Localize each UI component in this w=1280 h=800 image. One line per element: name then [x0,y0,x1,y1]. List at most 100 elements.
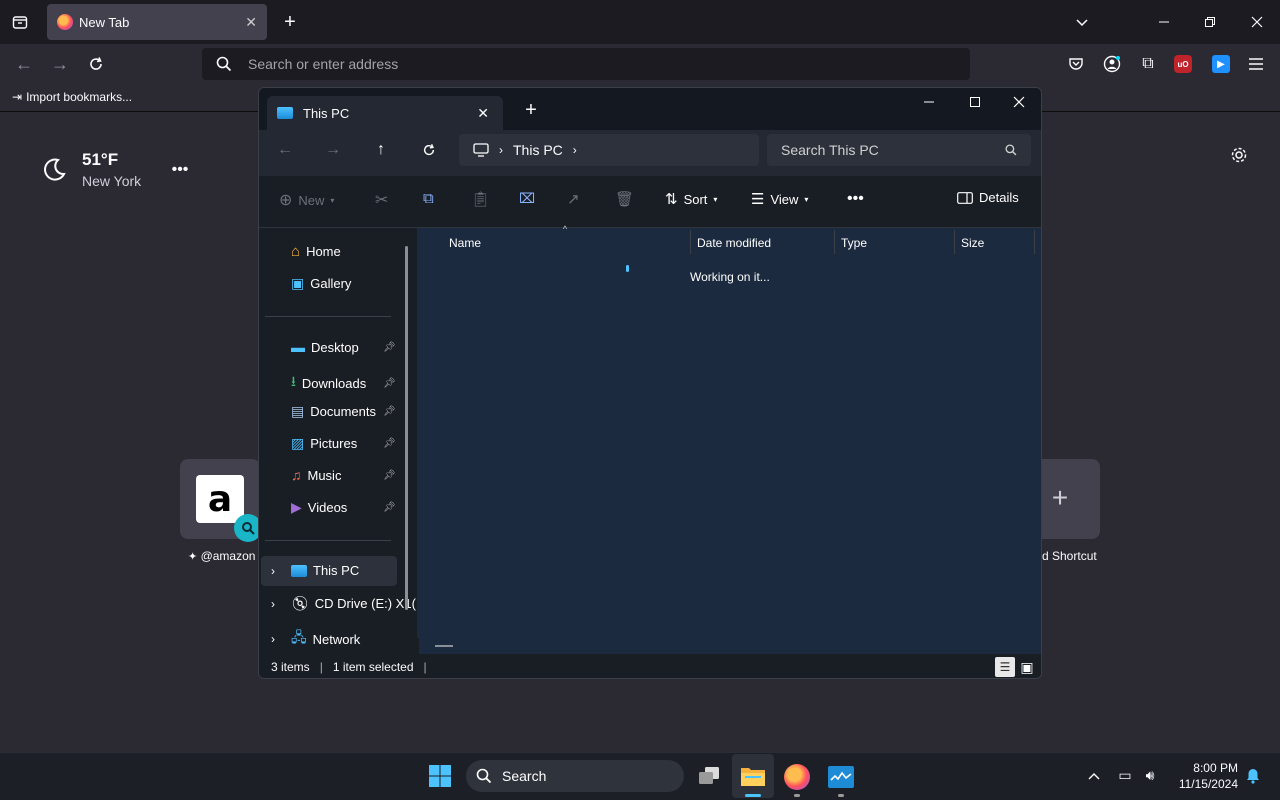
reload-icon[interactable] [86,54,106,74]
column-header-name[interactable]: Name [449,236,481,250]
copy-icon[interactable]: ⧉ [423,190,434,207]
notification-bell-icon[interactable] [1244,766,1262,786]
nav-item-label: Desktop [311,339,359,355]
extension-app-icon[interactable]: ▶ [1212,55,1230,73]
network-status-icon[interactable]: ▭ [1116,766,1134,784]
file-explorer-taskbar-icon[interactable] [740,764,766,788]
windows-start-icon[interactable] [428,764,452,788]
explorer-minimize-icon[interactable] [919,92,939,112]
explorer-new-tab-icon[interactable]: + [521,99,541,121]
breadcrumb-this-pc[interactable]: This PC [513,142,563,158]
nav-item-gallery[interactable]: ▣ Gallery [291,275,351,292]
nav-item-downloads[interactable]: ⭳ Downloads 📌︎ [291,371,396,395]
extensions-icon[interactable]: ⧉ [1138,54,1158,74]
column-divider[interactable] [834,230,835,254]
back-arrow-icon[interactable]: ← [14,54,34,74]
ublock-icon[interactable]: uO [1174,55,1192,73]
pocket-icon[interactable] [1066,54,1086,74]
moon-icon [44,158,66,181]
pin-icon[interactable]: 📌︎ [383,470,396,481]
forward-arrow-icon[interactable]: → [50,54,70,74]
browser-tab-newtab[interactable]: New Tab ✕ [47,4,267,40]
nav-item-label: Network [312,631,361,647]
taskbar-search-box[interactable]: Search [466,760,684,792]
explorer-maximize-icon[interactable] [965,92,985,112]
new-button[interactable]: ⊕ New ▾ [279,190,334,210]
address-bar[interactable]: Search or enter address [202,48,970,80]
column-divider[interactable] [954,230,955,254]
close-tab-icon[interactable]: ✕ [245,14,257,31]
close-window-icon[interactable] [1247,12,1267,32]
taskbar-clock[interactable]: 8:00 PM 11/15/2024 [1172,760,1238,792]
pin-icon[interactable]: 📌︎ [383,406,396,417]
tiles-view-icon[interactable]: ▣ [1017,657,1037,677]
paste-icon[interactable]: 📋︎ [471,190,490,208]
pin-icon[interactable]: 📌︎ [383,378,396,389]
plus-circle-icon: ⊕ [279,192,293,209]
pin-icon[interactable]: 📌︎ [383,438,396,449]
view-button-label: View [770,191,799,207]
nav-item-network[interactable]: › 🖧︎ Network [271,627,360,651]
nav-item-pictures[interactable]: ▨ Pictures 📌︎ [291,435,396,452]
explorer-search-input[interactable]: Search This PC [767,134,1031,166]
explorer-tab-this-pc[interactable]: This PC ✕ [267,96,503,130]
column-header-size[interactable]: Size [961,236,984,250]
show-hidden-icons-chevron-icon[interactable] [1084,766,1104,786]
view-button[interactable]: ☰ View ▾ [751,190,808,208]
monitor-app-taskbar-icon[interactable] [828,766,854,788]
column-header-type[interactable]: Type [841,236,867,250]
nav-item-label: Pictures [310,436,358,451]
explorer-refresh-icon[interactable] [419,140,439,160]
column-divider[interactable] [690,230,691,254]
nav-item-documents[interactable]: ▤ Documents 📌︎ [291,403,396,420]
breadcrumb[interactable]: › This PC › [459,134,759,166]
chevron-right-icon[interactable]: › [573,143,577,157]
restore-icon[interactable] [1200,12,1220,32]
nav-divider [265,540,391,541]
task-view-icon[interactable] [696,764,722,788]
cut-icon[interactable]: ✂ [375,190,388,210]
scrollbar-thumb[interactable] [435,645,453,647]
pin-icon[interactable]: 📌︎ [383,342,396,353]
column-divider[interactable] [1034,230,1035,254]
nav-item-cd-drive[interactable]: › 💿︎ CD Drive (E:) X1( [271,595,416,612]
rename-icon[interactable]: ⌧ [519,190,535,207]
column-header-date-modified[interactable]: Date modified [697,236,771,250]
nav-item-desktop[interactable]: ▬ Desktop 📌︎ [291,339,396,355]
more-options-icon[interactable]: ••• [847,190,864,208]
hamburger-menu-icon[interactable] [1246,54,1266,74]
pin-icon[interactable]: 📌︎ [383,502,396,513]
chevron-down-icon[interactable] [1072,12,1092,32]
close-explorer-tab-icon[interactable]: ✕ [477,105,489,122]
nav-item-music[interactable]: ♫ Music 📌︎ [291,467,396,483]
share-icon[interactable]: ↗ [567,190,580,208]
explorer-back-icon[interactable]: ← [275,140,295,160]
account-icon[interactable] [1102,54,1122,74]
nav-item-home[interactable]: ⌂ Home [291,243,341,260]
delete-icon[interactable]: 🗑︎ [615,190,634,208]
tab-list-icon[interactable] [10,12,30,32]
volume-icon[interactable]: 🔊︎ [1140,766,1160,784]
more-options-icon[interactable]: ••• [170,160,190,180]
nav-item-label: This PC [313,563,360,578]
explorer-close-icon[interactable] [1009,92,1029,112]
expand-chevron-icon[interactable]: › [271,564,285,578]
explorer-up-icon[interactable]: ↑ [371,140,391,160]
file-list-pane[interactable] [417,228,1041,638]
nav-scrollbar[interactable] [405,246,408,610]
firefox-taskbar-icon[interactable] [784,764,810,790]
nav-item-videos[interactable]: ▶ Videos 📌︎ [291,499,396,516]
import-bookmarks-button[interactable]: ⇥ Import bookmarks... [12,90,132,104]
sort-button[interactable]: ⇅ Sort ▾ [665,190,717,208]
horizontal-scrollbar[interactable] [419,638,1041,654]
gear-icon[interactable] [1228,144,1250,166]
minimize-icon[interactable] [1154,12,1174,32]
nav-item-this-pc[interactable]: › This PC [271,563,359,578]
expand-chevron-icon[interactable]: › [271,597,285,611]
explorer-forward-icon[interactable]: → [323,140,343,160]
expand-chevron-icon[interactable]: › [271,632,285,646]
weather-widget[interactable]: 51°F New York [40,150,141,189]
details-button[interactable]: Details [957,190,1019,205]
details-view-icon[interactable]: ☰ [995,657,1015,677]
new-tab-icon[interactable]: + [280,11,300,33]
